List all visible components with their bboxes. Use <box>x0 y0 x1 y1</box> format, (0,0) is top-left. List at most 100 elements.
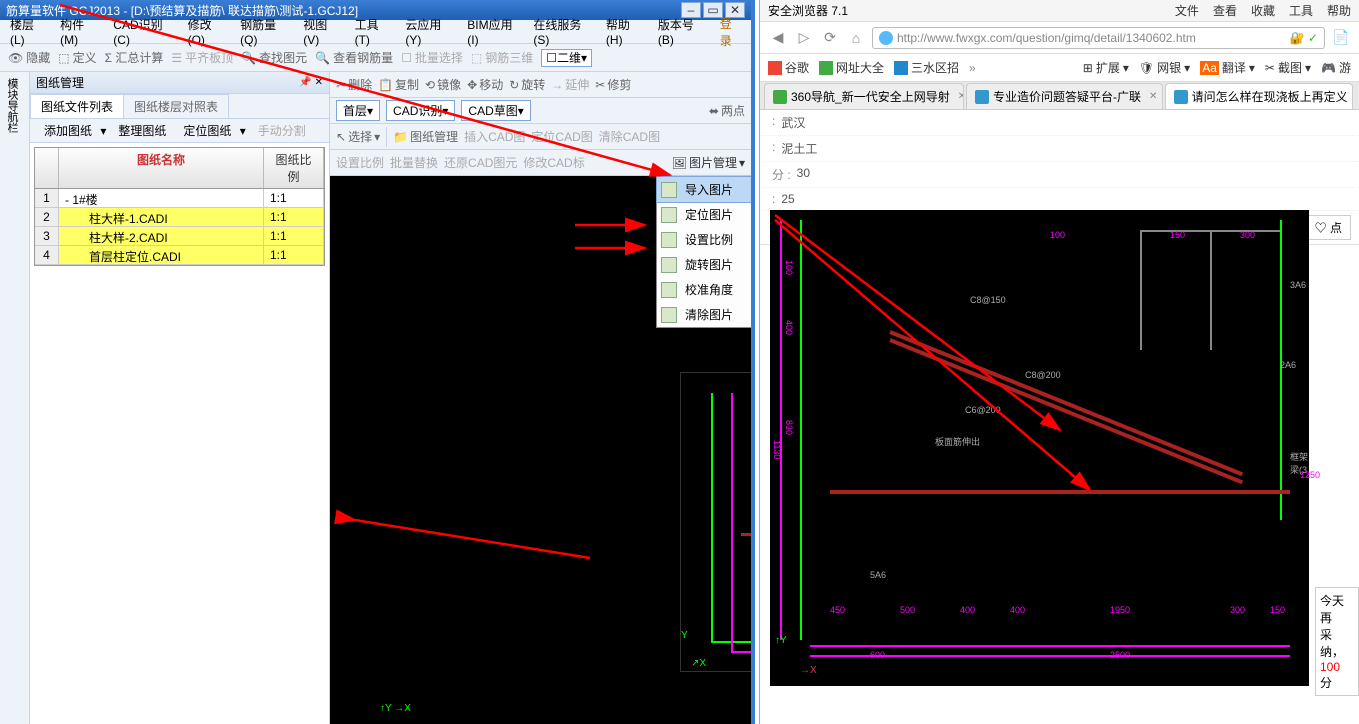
cad-preview[interactable]: C8@150 C8@200 C6@200 板面筋伸出 3A6 2A6 框架梁(3… <box>680 372 751 672</box>
layer-toolbar: 首层 ▾ CAD识别 ▾ CAD草图 ▾ ⬌ 两点 <box>330 98 751 124</box>
menu-version[interactable]: 版本号(B) <box>652 14 710 49</box>
back-button[interactable]: ◀ <box>768 28 788 48</box>
browser-tabs: 360导航_新一代安全上网导射✕ 专业造价问题答疑平台-广联✕ 请问怎么样在现浇… <box>760 82 1359 110</box>
browser-menu-file[interactable]: 文件 <box>1175 2 1199 19</box>
menu-bim[interactable]: BIM应用(I) <box>461 14 523 49</box>
close-tab-icon[interactable]: ✕ <box>1149 91 1157 102</box>
define-tool[interactable]: ⬚ 定义 <box>58 49 96 66</box>
menu-set-scale[interactable]: 设置比例 <box>657 227 751 252</box>
sketch-dropdown[interactable]: CAD草图 ▾ <box>461 100 530 121</box>
axis-x-icon: ↗X <box>691 658 706 669</box>
menu-floor[interactable]: 楼层(L) <box>4 14 50 49</box>
mirror-button[interactable]: ⟲ 镜像 <box>425 76 461 93</box>
table-row[interactable]: 2 柱大样-1.CADI 1:1 <box>35 208 324 227</box>
row-name: - 1#楼 <box>59 189 264 207</box>
set-scale-button[interactable]: 设置比例 <box>336 154 384 171</box>
bookmark-sanshui[interactable]: 三水区招 <box>894 59 959 76</box>
menu-locate-image[interactable]: 定位图片 <box>657 202 751 227</box>
cad-detail-view[interactable]: C8@150 3A6 2A6 C8@200 C6@200 板面筋伸出 框架梁(3… <box>770 210 1309 686</box>
modify-cad-button[interactable]: 修改CAD标 <box>523 154 584 171</box>
menu-button[interactable]: 📄 <box>1331 28 1351 48</box>
browser-menu-fav[interactable]: 收藏 <box>1251 2 1275 19</box>
bookmark-sites[interactable]: 网址大全 <box>819 59 884 76</box>
url-text: http://www.fwxgx.com/question/gimq/detai… <box>897 31 1196 45</box>
image-mgr-button[interactable]: 🖼 图片管理 ▾ <box>672 154 745 171</box>
twopoint-button[interactable]: ⬌ 两点 <box>709 102 745 119</box>
bookmark-google[interactable]: 谷歌 <box>768 59 809 76</box>
batch-select-tool[interactable]: ☐ 批量选择 <box>401 49 463 66</box>
home-button[interactable]: ⌂ <box>846 28 866 48</box>
clear-cad-button[interactable]: 清除CAD图 <box>599 128 660 145</box>
menu-cad[interactable]: CAD识别(C) <box>107 14 177 49</box>
close-tab-icon[interactable]: ✕ <box>958 91 964 102</box>
login-button[interactable]: 登录 <box>714 13 747 51</box>
manual-split-button[interactable]: 手动分割 <box>253 119 311 142</box>
table-row[interactable]: 1 - 1#楼 1:1 <box>35 189 324 208</box>
locate-icon <box>661 207 677 223</box>
restore-cad-button[interactable]: 还原CAD图元 <box>444 154 517 171</box>
menu-cloud[interactable]: 云应用(Y) <box>399 14 457 49</box>
table-row[interactable]: 4 首层柱定位.CADI 1:1 <box>35 246 324 265</box>
reload-button[interactable]: ⟳ <box>820 28 840 48</box>
trim-button[interactable]: ✂ 修剪 <box>595 76 631 93</box>
batch-replace-button[interactable]: 批量替换 <box>390 154 438 171</box>
add-drawing-button[interactable]: 添加图纸 ▾ <box>34 119 111 142</box>
menu-rotate-image[interactable]: 旋转图片 <box>657 252 751 277</box>
row-name: 柱大样-2.CADI <box>59 227 264 245</box>
pin-icon[interactable]: 📌 ✕ <box>299 77 323 88</box>
menu-help[interactable]: 帮助(H) <box>600 14 648 49</box>
ext-button[interactable]: ⊞ 扩展 ▾ <box>1083 59 1129 76</box>
row-scale: 1:1 <box>264 227 324 245</box>
copy-button[interactable]: 📋 复制 <box>378 76 419 93</box>
tab-zaojia[interactable]: 专业造价问题答疑平台-广联✕ <box>966 83 1163 109</box>
browser-menu-tools[interactable]: 工具 <box>1289 2 1313 19</box>
game-button[interactable]: 🎮 游 <box>1321 59 1351 76</box>
insert-cad-button[interactable]: 插入CAD图 <box>464 128 525 145</box>
bank-button[interactable]: 🛡 网银 ▾ <box>1139 59 1190 76</box>
row-name: 柱大样-1.CADI <box>59 208 264 226</box>
forward-button[interactable]: ▷ <box>794 28 814 48</box>
panel-toolbar: 添加图纸 ▾ 整理图纸 定位图纸 ▾ 手动分割 <box>30 119 329 143</box>
menu-modify[interactable]: 修改(O) <box>182 14 231 49</box>
tab-360nav[interactable]: 360导航_新一代安全上网导射✕ <box>764 83 964 109</box>
address-input[interactable]: http://www.fwxgx.com/question/gimq/detai… <box>872 27 1325 49</box>
drawing-mgr-button[interactable]: 📁 图纸管理 <box>393 128 458 145</box>
tab-file-list[interactable]: 图纸文件列表 <box>30 94 124 118</box>
menu-tools[interactable]: 工具(T) <box>349 14 396 49</box>
menu-view[interactable]: 视图(V) <box>297 14 344 49</box>
sum-tool[interactable]: Σ 汇总计算 <box>105 49 164 66</box>
browser-menu-help[interactable]: 帮助 <box>1327 2 1351 19</box>
menu-calibrate-angle[interactable]: 校准角度 <box>657 277 751 302</box>
menu-clear-image[interactable]: 清除图片 <box>657 302 751 327</box>
table-row[interactable]: 3 柱大样-2.CADI 1:1 <box>35 227 324 246</box>
menu-import-image[interactable]: 导入图片 <box>656 176 751 203</box>
translate-button[interactable]: Aa 翻译 ▾ <box>1200 59 1255 76</box>
hide-tool[interactable]: 👁 隐藏 <box>8 49 50 66</box>
dim-label: 1250 <box>1300 470 1320 480</box>
extend-button[interactable]: → 延伸 <box>551 76 589 93</box>
menu-component[interactable]: 构件(M) <box>54 14 103 49</box>
organize-drawing-button[interactable]: 整理图纸 <box>113 119 171 142</box>
locate-drawing-button[interactable]: 定位图纸 ▾ <box>173 119 250 142</box>
flatten-tool[interactable]: ☰ 平齐板顶 <box>171 49 233 66</box>
menu-rebar[interactable]: 钢筋量(Q) <box>234 14 293 49</box>
browser-menu-view[interactable]: 查看 <box>1213 2 1237 19</box>
tab-floor-compare[interactable]: 图纸楼层对照表 <box>123 94 229 118</box>
tab-question[interactable]: 请问怎么样在现浇板上再定义 <box>1165 83 1353 109</box>
module-nav-tab[interactable]: 模块导航栏 <box>0 72 24 139</box>
floor-dropdown[interactable]: 首层 ▾ <box>336 100 380 121</box>
view-mode-dropdown[interactable]: ☐ 二维 ▾ <box>541 49 592 67</box>
rebar-3d-tool[interactable]: ⬚ 钢筋三维 <box>471 49 533 66</box>
screenshot-button[interactable]: ✂ 截图 ▾ <box>1265 59 1311 76</box>
bookmark-more[interactable]: » <box>969 61 976 75</box>
move-button[interactable]: ✥ 移动 <box>467 76 503 93</box>
locate-cad-button[interactable]: 定位CAD图 <box>531 128 592 145</box>
check-rebar-tool[interactable]: 🔍 查看钢筋量 <box>315 49 393 66</box>
find-tool[interactable]: 🔍 查找图元 <box>241 49 307 66</box>
select-button[interactable]: ↖ 选择 ▾ <box>336 128 380 145</box>
rotate-button[interactable]: ↻ 旋转 <box>509 76 545 93</box>
menu-online[interactable]: 在线服务(S) <box>527 14 596 49</box>
cad-dropdown[interactable]: CAD识别 ▾ <box>386 100 455 121</box>
delete-button[interactable]: ✂ 删除 <box>336 76 372 93</box>
like-button[interactable]: ♡ 点 <box>1306 215 1351 240</box>
